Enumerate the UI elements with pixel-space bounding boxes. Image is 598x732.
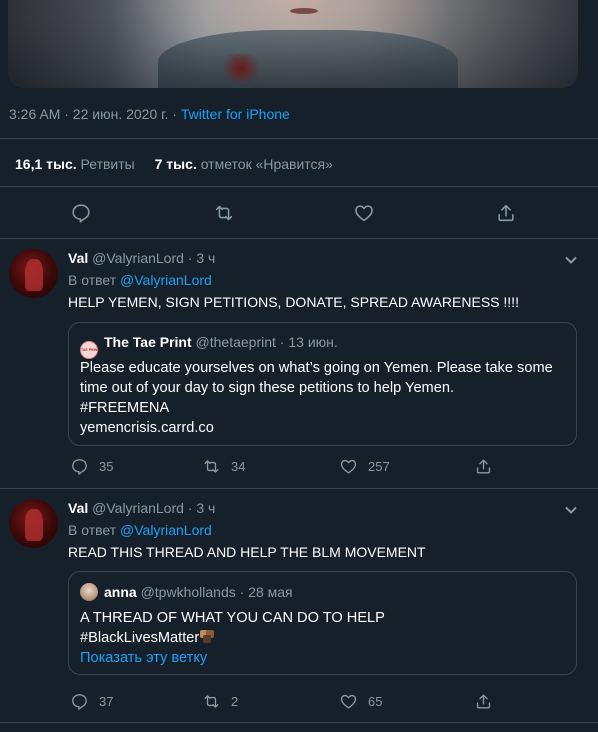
like-icon [340, 459, 357, 474]
quoted-time: · 28 мая [235, 584, 293, 600]
likes-stat[interactable]: 7 тыс. отметок «Нравится» [155, 156, 333, 172]
share-icon[interactable] [495, 202, 517, 224]
show-thread-link[interactable]: Показать эту ветку [80, 648, 385, 668]
divider [0, 186, 598, 187]
media-detail [290, 8, 318, 14]
tweet-text: HELP YEMEN, SIGN PETITIONS, DONATE, SPRE… [68, 294, 519, 310]
handle[interactable]: @ValyrianLord [92, 500, 184, 516]
raised-fist-emoji [200, 630, 216, 644]
reply-mention[interactable]: @ValyrianLord [120, 272, 212, 288]
retweet-count: 34 [231, 459, 246, 474]
retweets-stat[interactable]: 16,1 тыс. Ретвиты [15, 156, 135, 172]
retweet-icon [204, 695, 219, 708]
reply-tweet[interactable]: Val @ValyrianLord · 3 ч В ответ @Valyria… [0, 238, 598, 488]
reply-button[interactable]: 35 [70, 457, 113, 476]
retweet-button[interactable]: 2 [202, 692, 238, 711]
tweet-timestamp-line: 3:26 AM · 22 июн. 2020 г. · Twitter for … [9, 106, 290, 122]
reply-icon[interactable] [70, 202, 92, 224]
retweet-count: 2 [231, 694, 239, 709]
media-figure [158, 30, 458, 88]
retweet-icon[interactable] [213, 202, 235, 224]
tweet-source-link[interactable]: Twitter for iPhone [181, 106, 290, 122]
reply-to-line: В ответ @ValyrianLord [68, 522, 212, 538]
tweet-time[interactable]: · 3 ч [184, 500, 216, 516]
tweet-actions: 37 2 65 [0, 692, 598, 712]
reply-icon [72, 459, 87, 475]
reply-icon [72, 694, 87, 710]
quoted-handle: @tpwkhollands [140, 584, 236, 600]
display-name[interactable]: Val [68, 250, 88, 266]
share-button[interactable] [474, 457, 503, 476]
reply-button[interactable]: 37 [70, 692, 113, 711]
quoted-avatar [80, 583, 98, 601]
tweet-actions: 35 34 257 [0, 457, 598, 477]
tweet-header: Val @ValyrianLord · 3 ч [68, 500, 215, 516]
share-icon [476, 694, 491, 709]
chevron-down-icon[interactable] [564, 253, 578, 267]
tweet-time[interactable]: · 3 ч [184, 250, 216, 266]
divider [0, 138, 598, 139]
quoted-avatar: TAE PRINT [80, 341, 99, 359]
reply-count: 37 [99, 694, 114, 709]
like-count: 65 [368, 694, 383, 709]
tweet-stats: 16,1 тыс. Ретвиты 7 тыс. отметок «Нравит… [15, 156, 333, 172]
tweet-text: READ THIS THREAD AND HELP THE BLM MOVEME… [68, 544, 426, 560]
quoted-header: anna @tpwkhollands · 28 мая [80, 583, 293, 601]
tweet-timestamp[interactable]: 3:26 AM · 22 июн. 2020 г. · [9, 106, 181, 122]
like-count: 257 [368, 459, 390, 474]
tweet-media-image[interactable] [8, 0, 578, 88]
chevron-down-icon[interactable] [564, 503, 578, 517]
tweet-header: Val @ValyrianLord · 3 ч [68, 250, 215, 266]
reply-to-line: В ответ @ValyrianLord [68, 272, 212, 288]
avatar[interactable] [9, 499, 58, 548]
quoted-time: · 13 июн. [275, 334, 338, 350]
like-icon[interactable] [353, 202, 375, 224]
quoted-handle: @thetaeprint [195, 334, 276, 350]
divider [0, 722, 598, 723]
reply-tweet[interactable]: Val @ValyrianLord · 3 ч В ответ @Valyria… [0, 488, 598, 732]
quoted-name: The Tae Print [104, 334, 192, 350]
quoted-tweet[interactable]: anna @tpwkhollands · 28 мая A THREAD OF … [68, 571, 577, 675]
reply-count: 35 [99, 459, 114, 474]
quoted-link[interactable]: yemencrisis.carrd.co [80, 418, 553, 438]
media-detail-2 [218, 54, 264, 82]
quoted-tweet[interactable]: TAE PRINT The Tae Print @thetaeprint · 13… [68, 322, 577, 446]
share-button[interactable] [474, 692, 503, 711]
quoted-header: TAE PRINT The Tae Print @thetaeprint · 13… [80, 334, 338, 359]
quoted-name: anna [104, 584, 137, 600]
quoted-text: A THREAD OF WHAT YOU CAN DO TO HELP #Bla… [80, 610, 385, 668]
handle[interactable]: @ValyrianLord [92, 250, 184, 266]
avatar[interactable] [9, 249, 58, 298]
quoted-text: Please educate yourselves on what’s goin… [80, 360, 553, 438]
retweet-button[interactable]: 34 [202, 457, 245, 476]
retweet-icon [204, 460, 219, 473]
like-button[interactable]: 257 [339, 457, 390, 476]
display-name[interactable]: Val [68, 500, 88, 516]
like-button[interactable]: 65 [339, 692, 382, 711]
hashtag[interactable]: #BlackLivesMatter [80, 630, 199, 646]
reply-mention[interactable]: @ValyrianLord [120, 522, 212, 538]
like-icon [340, 694, 357, 709]
hashtag[interactable]: #FREEMENA [80, 398, 553, 418]
share-icon [476, 459, 491, 474]
